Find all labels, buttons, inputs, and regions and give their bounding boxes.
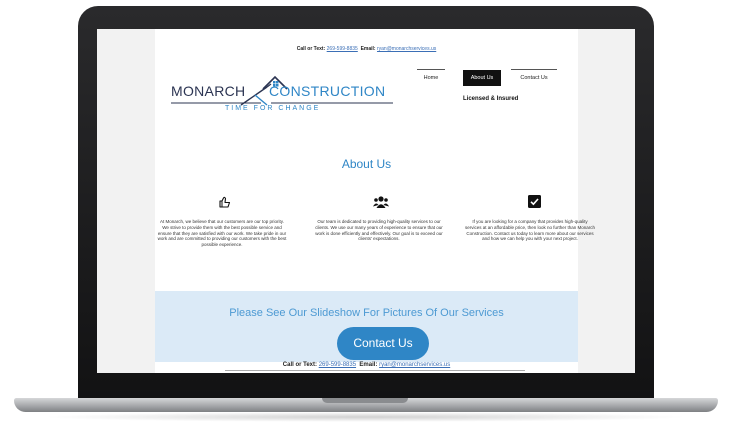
bottom-contact-bar: Call or Text: 269-599-8835 Email: ryan@m… — [155, 362, 578, 368]
top-phone-link[interactable]: 269-599-8835 — [327, 46, 358, 52]
logo-word-construction: CONSTRUCTION — [269, 83, 386, 99]
slideshow-banner-text: Please See Our Slideshow For Pictures Of… — [229, 307, 504, 319]
slideshow-banner: Please See Our Slideshow For Pictures Of… — [155, 291, 578, 362]
nav-home[interactable]: Home — [417, 70, 445, 86]
users-icon — [373, 196, 389, 208]
about-column-3-text: If you are looking for a company that pr… — [465, 219, 595, 242]
contact-us-button[interactable]: Contact Us — [337, 327, 429, 360]
logo-word-monarch: MONARCH — [171, 83, 246, 99]
checkbox-icon — [528, 195, 541, 208]
logo-tagline: TIME FOR CHANGE — [225, 105, 321, 112]
about-us-heading: About Us — [341, 157, 392, 171]
laptop-shadow — [40, 412, 690, 422]
bottom-phone-link[interactable]: 269-599-8835 — [319, 362, 356, 368]
about-column-2-text: Our team is dedicated to providing high-… — [315, 219, 443, 242]
top-call-label: Call or Text: — [296, 46, 326, 52]
nav-contact-us[interactable]: Contact Us — [511, 70, 557, 86]
top-email-link[interactable]: ryan@monarchservices.us — [377, 46, 436, 52]
monarch-logo[interactable]: MONARCH CONSTRUCTION TIME FOR CHANGE — [171, 65, 401, 129]
bottom-email-link[interactable]: ryan@monarchservices.us — [379, 362, 450, 368]
bottom-email-label: Email: — [359, 362, 378, 368]
website-page: Call or Text: 269-599-8835 Email: ryan@m… — [155, 29, 595, 373]
thumbs-up-icon — [219, 196, 231, 208]
about-column-1-text: At Monarch, we believe that our customer… — [157, 219, 287, 248]
top-contact-bar: Call or Text: 269-599-8835 Email: ryan@m… — [155, 46, 578, 52]
bottom-call-label: Call or Text: — [282, 362, 318, 368]
laptop-screen: Call or Text: 269-599-8835 Email: ryan@m… — [97, 29, 635, 373]
laptop-notch — [322, 398, 408, 403]
nav-about-us[interactable]: About Us — [463, 70, 501, 86]
top-email-label: Email: — [360, 46, 376, 52]
licensed-insured-label: Licensed & Insured — [463, 96, 519, 102]
bottom-divider — [225, 370, 525, 371]
